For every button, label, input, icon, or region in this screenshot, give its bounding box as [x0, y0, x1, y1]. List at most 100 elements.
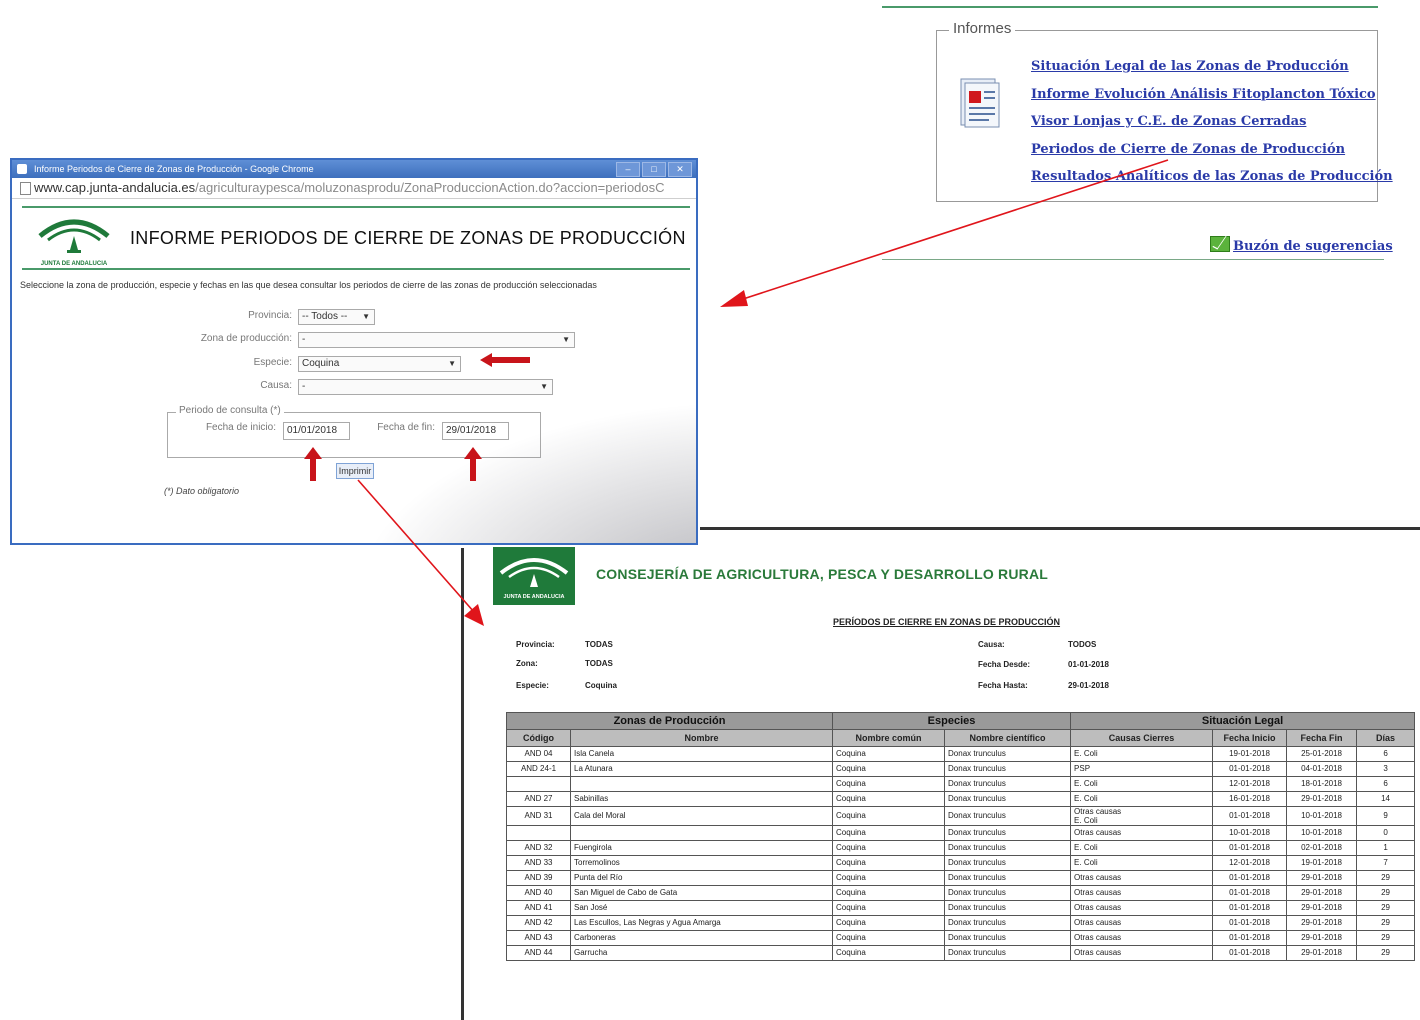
required-note: (*) Dato obligatorio — [164, 486, 240, 496]
table-cell: Coquina — [832, 855, 946, 871]
table-cell — [506, 776, 571, 792]
column-header-row: Código Nombre Nombre común Nombre cientí… — [506, 729, 1416, 747]
meta-hasta-value: 29-01-2018 — [1068, 681, 1109, 690]
table-row: AND 43 Carboneras Coquina Donax trunculus Ot… — [506, 930, 1416, 946]
table-row: AND 31 Cala del Moral Coquina Donax truncul… — [506, 806, 1416, 826]
table-cell: Coquina — [832, 945, 946, 961]
maximize-icon[interactable]: □ — [642, 162, 666, 177]
table-cell: Otras causas — [1070, 885, 1214, 901]
table-cell: Coquina — [832, 885, 946, 901]
meta-causa-value: TODOS — [1068, 640, 1097, 649]
close-icon[interactable]: ✕ — [668, 162, 692, 177]
link-evolucion-fitoplancton[interactable]: Informe Evolución Análisis Fitoplancton … — [1031, 81, 1393, 109]
table-cell: 01-01-2018 — [1212, 885, 1288, 901]
table-cell: 29 — [1356, 900, 1416, 916]
table-row: AND 32 Fuengirola Coquina Donax trunculus E.… — [506, 840, 1416, 856]
table-cell: Coquina — [832, 930, 946, 946]
table-cell: 25-01-2018 — [1286, 746, 1358, 762]
zona-select[interactable]: - ▼ — [298, 332, 575, 348]
table-cell: San José — [569, 900, 834, 916]
table-cell: Coquina — [832, 840, 946, 856]
table-cell: 10-01-2018 — [1286, 806, 1358, 826]
table-cell: 7 — [1356, 855, 1416, 871]
link-situacion-legal[interactable]: Situación Legal de las Zonas de Producci… — [1031, 53, 1393, 81]
table-cell: 01-01-2018 — [1212, 870, 1288, 886]
table-cell: AND 40 — [506, 885, 571, 901]
causa-select[interactable]: - ▼ — [298, 379, 553, 395]
table-body: AND 04 Isla Canela Coquina Donax trunculus E… — [506, 746, 1416, 961]
especie-value: Coquina — [302, 358, 340, 369]
table-cell: Coquina — [832, 900, 946, 916]
table-cell: 29 — [1356, 945, 1416, 961]
table-cell: Fuengirola — [569, 840, 834, 856]
page-title: INFORME PERIODOS DE CIERRE DE ZONAS DE P… — [130, 228, 686, 248]
table-cell: Otras causas E. Coli — [1070, 806, 1214, 826]
pdf-top-border — [700, 527, 1420, 530]
table-cell: Donax trunculus — [944, 930, 1072, 946]
table-cell: Otras causas — [1070, 900, 1214, 916]
table-cell: AND 24-1 — [506, 761, 571, 777]
table-cell — [506, 825, 571, 841]
chevron-down-icon: ▼ — [562, 335, 570, 344]
table-cell: 19-01-2018 — [1212, 746, 1288, 762]
meta-especie-value: Coquina — [585, 681, 617, 690]
column-header: Nombre — [569, 729, 834, 747]
table-cell: 18-01-2018 — [1286, 776, 1358, 792]
table-cell: AND 32 — [506, 840, 571, 856]
column-header: Fecha Fin — [1286, 729, 1358, 747]
table-cell: AND 31 — [506, 806, 571, 826]
table-cell: Coquina — [832, 761, 946, 777]
table-row: AND 42 Las Escullos, Las Negras y Agua Am… — [506, 915, 1416, 931]
table-cell: Donax trunculus — [944, 791, 1072, 807]
especie-label: Especie: — [253, 357, 292, 368]
fecha-fin-label: Fecha de fin: — [377, 422, 435, 433]
junta-logo: JUNTA DE ANDALUCIA — [38, 219, 110, 267]
table-cell: 29-01-2018 — [1286, 885, 1358, 901]
table-cell: 1 — [1356, 840, 1416, 856]
arrowhead-icon — [720, 290, 748, 307]
column-header: Días — [1356, 729, 1416, 747]
buzon-sugerencias-link[interactable]: Buzón de sugerencias — [1210, 236, 1393, 254]
table-row: Coquina Donax trunculus Otras causas 10-01-… — [506, 825, 1416, 841]
table-row: AND 44 Garrucha Coquina Donax trunculus Otra… — [506, 945, 1416, 961]
table-cell: Sabinillas — [569, 791, 834, 807]
header-top-rule — [22, 206, 690, 208]
table-cell: 14 — [1356, 791, 1416, 807]
table-cell: Otras causas — [1070, 915, 1214, 931]
causa-label: Causa: — [260, 380, 292, 391]
column-header: Código — [506, 729, 571, 747]
provincia-select[interactable]: -- Todos -- ▼ — [298, 309, 375, 325]
window-title: Informe Periodos de Cierre de Zonas de P… — [34, 164, 314, 174]
link-resultados-analiticos[interactable]: Resultados Analíticos de las Zonas de Pr… — [1031, 163, 1393, 191]
table-cell: Donax trunculus — [944, 855, 1072, 871]
informes-panel: Informes Situación Legal de las Zonas de… — [936, 20, 1393, 202]
consejeria-heading: CONSEJERÍA DE AGRICULTURA, PESCA Y DESAR… — [596, 566, 1049, 582]
periodos-table: Zonas de Producción Especies Situación L… — [505, 712, 1416, 961]
junta-logo: JUNTA DE ANDALUCIA — [493, 547, 575, 605]
table-cell: E. Coli — [1070, 791, 1214, 807]
link-periodos-cierre[interactable]: Periodos de Cierre de Zonas de Producció… — [1031, 136, 1393, 164]
especie-select[interactable]: Coquina ▼ — [298, 356, 461, 372]
minimize-icon[interactable]: – — [616, 162, 640, 177]
table-cell: 04-01-2018 — [1286, 761, 1358, 777]
annotation-arrow-up-icon — [464, 447, 482, 481]
header-bottom-rule — [22, 268, 690, 270]
table-cell: Coquina — [832, 776, 946, 792]
fecha-inicio-label: Fecha de inicio: — [205, 422, 276, 433]
table-cell: Torremolinos — [569, 855, 834, 871]
table-row: AND 24-1 La Atunara Coquina Donax trunculus… — [506, 761, 1416, 777]
fecha-fin-input[interactable]: 29/01/2018 — [442, 422, 509, 440]
imprimir-button[interactable]: Imprimir — [336, 463, 374, 479]
column-header: Nombre común — [832, 729, 946, 747]
table-cell: Donax trunculus — [944, 915, 1072, 931]
table-cell: E. Coli — [1070, 840, 1214, 856]
annotation-arrow-up-icon — [304, 447, 322, 481]
table-cell: San Miguel de Cabo de Gata — [569, 885, 834, 901]
meta-zona-label: Zona: — [516, 659, 538, 668]
table-cell: Carboneras — [569, 930, 834, 946]
table-cell: 9 — [1356, 806, 1416, 826]
periodo-legend: Periodo de consulta (*) — [176, 405, 284, 416]
table-row: AND 33 Torremolinos Coquina Donax trunculus… — [506, 855, 1416, 871]
link-visor-lonjas[interactable]: Visor Lonjas y C.E. de Zonas Cerradas — [1031, 108, 1393, 136]
address-bar[interactable]: www.cap.junta-andalucia.es/agriculturayp… — [12, 178, 696, 199]
